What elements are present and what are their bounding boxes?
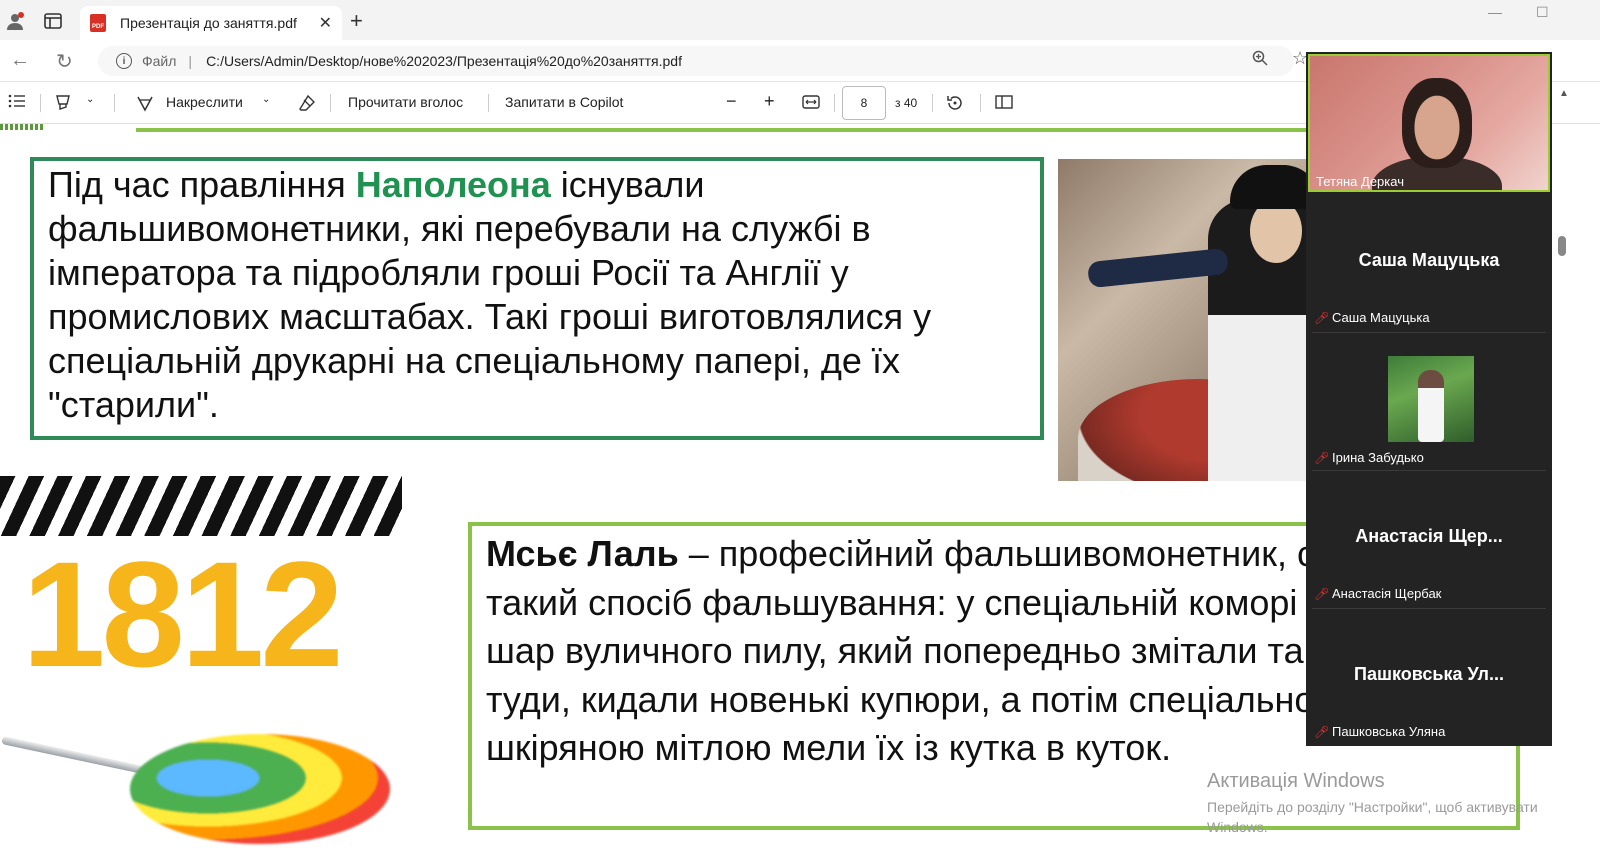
url-separator: | bbox=[188, 53, 193, 69]
participant-name-row: 🎤︎ Саша Мацуцька bbox=[1314, 310, 1430, 325]
tab-bar: PDF Презентація до заняття.pdf ✕ + — ☐ bbox=[0, 0, 1600, 40]
draw-button[interactable]: Накреслити bbox=[166, 94, 243, 110]
tab-actions-icon[interactable] bbox=[42, 10, 64, 32]
scrollbar-thumb[interactable] bbox=[1558, 236, 1566, 256]
mic-muted-icon: 🎤︎ bbox=[1314, 451, 1330, 465]
participant-photo bbox=[1388, 356, 1474, 442]
profile-icon[interactable] bbox=[4, 10, 26, 32]
participant-camera-video bbox=[1310, 56, 1548, 190]
participant-name: Анастасія Щербак bbox=[1332, 586, 1442, 601]
toolbar-divider bbox=[488, 94, 489, 112]
draw-dropdown-chevron-icon[interactable]: ⌄ bbox=[262, 94, 270, 105]
back-icon[interactable]: ← bbox=[10, 49, 30, 72]
participant-name: Ірина Забудько bbox=[1332, 450, 1424, 465]
zoom-icon[interactable] bbox=[1252, 50, 1268, 71]
page-number-input[interactable]: 8 bbox=[842, 86, 886, 120]
watermark-line1: Активація Windows bbox=[1207, 770, 1385, 792]
tile-divider bbox=[1312, 608, 1546, 609]
participant-name: Тетяна Деркач bbox=[1316, 174, 1404, 189]
participant-name-row: 🎤︎ Анастасія Щербак bbox=[1314, 586, 1441, 601]
url-field[interactable]: i Файл | C:/Users/Admin/Desktop/нове%202… bbox=[98, 46, 1294, 76]
tile-divider bbox=[1312, 470, 1546, 471]
box1-text-part1: Під час правління bbox=[48, 164, 356, 205]
reload-icon[interactable]: ↻ bbox=[56, 49, 73, 74]
minimize-icon[interactable]: — bbox=[1488, 4, 1502, 20]
maximize-icon[interactable]: ☐ bbox=[1536, 4, 1549, 21]
page-view-icon[interactable] bbox=[995, 94, 1013, 113]
draw-pen-icon[interactable] bbox=[136, 94, 154, 115]
participant-name-row: 🎤︎ Ірина Забудько bbox=[1314, 450, 1424, 465]
video-participants-panel: Тетяна Деркач Саша Мацуцька 🎤︎ Саша Мацуц… bbox=[1306, 52, 1552, 746]
toolbar-divider bbox=[330, 94, 331, 112]
tile-divider bbox=[1312, 332, 1546, 333]
zoom-out-icon[interactable]: − bbox=[726, 91, 737, 112]
toolbar-divider bbox=[114, 94, 115, 112]
participant-display-name: Пашковська Ул... bbox=[1354, 664, 1504, 684]
zoom-in-icon[interactable]: + bbox=[764, 91, 775, 112]
year-label: 1812 bbox=[22, 530, 344, 698]
rotate-icon[interactable] bbox=[946, 94, 964, 115]
url-text: C:/Users/Admin/Desktop/нове%202023/Презе… bbox=[206, 53, 682, 69]
slide-top-decoration bbox=[0, 124, 44, 130]
participant-name: Пашковська Уляна bbox=[1332, 724, 1446, 739]
watermark-line3: Windows. bbox=[1207, 819, 1268, 835]
striped-banner bbox=[0, 476, 402, 536]
fit-width-icon[interactable] bbox=[802, 94, 820, 113]
participant-tile[interactable]: Анастасія Щер... 🎤︎ Анастасія Щербак bbox=[1308, 472, 1550, 610]
windows-activation-watermark: Активація Windows Перейдіть до розділу "… bbox=[1207, 770, 1538, 835]
participant-display-name: Анастасія Щер... bbox=[1355, 526, 1503, 546]
watermark-line2: Перейдіть до розділу "Настройки", щоб ак… bbox=[1207, 799, 1538, 815]
toolbar-divider bbox=[932, 94, 933, 112]
tab-title: Презентація до заняття.pdf bbox=[120, 15, 297, 31]
mic-muted-icon: 🎤︎ bbox=[1314, 311, 1330, 325]
box2-bold-name: Мсьє Лаль bbox=[486, 533, 679, 574]
mic-muted-icon: 🎤︎ bbox=[1314, 587, 1330, 601]
toolbar-divider bbox=[834, 94, 835, 112]
participant-display-name: Саша Мацуцька bbox=[1358, 250, 1500, 270]
participant-tile-active[interactable]: Тетяна Деркач bbox=[1308, 54, 1550, 192]
scroll-up-arrow-icon[interactable]: ▲ bbox=[1559, 88, 1569, 99]
rainbow-duster-image bbox=[130, 734, 390, 844]
page-total-label: з 40 bbox=[895, 96, 918, 110]
info-icon[interactable]: i bbox=[116, 53, 132, 69]
pdf-file-icon: PDF bbox=[90, 14, 106, 32]
toolbar-divider bbox=[980, 94, 981, 112]
participant-tile[interactable]: 🎤︎ Ірина Забудько bbox=[1308, 334, 1550, 472]
new-tab-icon[interactable]: + bbox=[350, 8, 363, 34]
read-aloud-button[interactable]: Прочитати вголос bbox=[348, 94, 463, 110]
participant-tile[interactable]: Саша Мацуцька 🎤︎ Саша Мацуцька bbox=[1308, 194, 1550, 332]
highlight-icon[interactable] bbox=[54, 94, 72, 115]
highlight-dropdown-chevron-icon[interactable]: ⌄ bbox=[86, 94, 94, 105]
slide-top-line bbox=[136, 128, 1336, 132]
box1-highlight: Наполеона bbox=[355, 164, 551, 205]
contents-list-icon[interactable] bbox=[8, 94, 26, 111]
napoleon-painting-image bbox=[1058, 159, 1308, 481]
participant-name: Саша Мацуцька bbox=[1332, 310, 1430, 325]
ask-copilot-button[interactable]: Запитати в Copilot bbox=[505, 94, 623, 110]
participant-tile[interactable]: Пашковська Ул... 🎤︎ Пашковська Уляна bbox=[1308, 610, 1550, 744]
mic-muted-icon: 🎤︎ bbox=[1314, 725, 1330, 739]
eraser-icon[interactable] bbox=[298, 94, 316, 115]
participant-name-row: 🎤︎ Пашковська Уляна bbox=[1314, 724, 1445, 739]
toolbar-divider bbox=[40, 94, 41, 112]
close-tab-icon[interactable]: ✕ bbox=[319, 13, 332, 33]
url-scheme-label: Файл bbox=[142, 53, 177, 69]
napoleon-text-box: Під час правління Наполеона існували фал… bbox=[30, 157, 1044, 440]
tab-pdf[interactable]: PDF Презентація до заняття.pdf ✕ bbox=[80, 6, 342, 40]
